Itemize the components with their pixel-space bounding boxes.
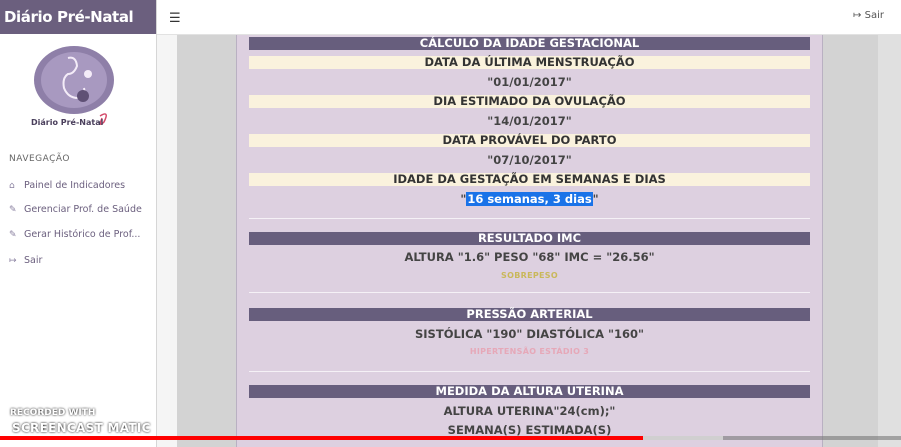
content-gutter (157, 35, 177, 447)
nav-section-title: NAVEGAÇÃO (9, 154, 70, 164)
sidebar-item-label: Gerar Histórico de Prof... (24, 229, 141, 240)
divider (249, 218, 810, 219)
brand-title[interactable]: Diário Pré-Natal (0, 0, 156, 34)
sidebar-item-sair[interactable]: ↦ Sair (9, 255, 42, 266)
pressure-values: SISTÓLICA "190" DIASTÓLICA "160" (415, 327, 644, 341)
logout-button[interactable]: ↦ Sair (853, 10, 884, 21)
imc-values: ALTURA "1.6" PESO "68" IMC = "26.56" (404, 250, 655, 264)
sidebar-item-label: Gerenciar Prof. de Saúde (24, 204, 142, 215)
uterine-title: MEDIDA DA ALTURA UTERINA (249, 385, 810, 398)
recorder-watermark: RECORDED WITH (10, 408, 96, 418)
divider (249, 371, 810, 372)
sidebar-item-painel[interactable]: ⌂ Painel de Indicadores (9, 180, 125, 191)
gestation-title: CÁLCULO DA IDADE GESTACIONAL (249, 37, 810, 50)
lmp-label: DATA DA ÚLTIMA MENSTRUAÇÃO (249, 56, 810, 69)
sidebar: Diário Pré-Natal Diário Pré-Natal NAVEGA… (0, 0, 157, 447)
gestation-age-label: IDADE DA GESTAÇÃO EM SEMANAS E DIAS (249, 173, 810, 186)
divider (249, 292, 810, 293)
menu-toggle-icon[interactable]: ☰ (169, 11, 181, 26)
edit-icon: ✎ (9, 205, 17, 215)
report-panel: CÁLCULO DA IDADE GESTACIONAL DATA DA ÚLT… (236, 35, 823, 447)
pressure-title: PRESSÃO ARTERIAL (249, 308, 810, 321)
due-date-label: DATA PROVÁVEL DO PARTO (249, 134, 810, 147)
video-buffer (643, 436, 723, 440)
home-icon: ⌂ (9, 181, 15, 191)
sign-out-icon: ↦ (853, 10, 862, 21)
imc-status: SOBREPESO (501, 271, 558, 280)
video-progress-bar[interactable] (0, 436, 901, 440)
app-logo: Diário Pré-Natal (31, 46, 114, 127)
imc-title: RESULTADO IMC (249, 232, 810, 245)
sign-out-icon: ↦ (9, 256, 17, 266)
lmp-value: "01/01/2017" (487, 75, 572, 89)
sidebar-item-label: Sair (24, 255, 43, 266)
sidebar-item-label: Painel de Indicadores (24, 180, 126, 191)
scrollbar-track[interactable] (878, 35, 901, 447)
gestation-age-value: "16 semanas, 3 dias" (460, 192, 599, 206)
pressure-status: HIPERTENSÃO ESTÁDIO 3 (469, 347, 590, 356)
top-bar: ☰ ↦ Sair (157, 0, 901, 35)
video-progress-fill (0, 436, 644, 440)
sidebar-item-gerenciar[interactable]: ✎ Gerenciar Prof. de Saúde (9, 204, 142, 215)
logout-label: Sair (864, 10, 884, 21)
uterine-weeks: SEMANA(S) ESTIMADA(S) (447, 423, 612, 437)
recorder-brand: SCREENCAST MATIC (12, 421, 151, 435)
sidebar-item-historico[interactable]: ✎ Gerar Histórico de Prof... (9, 229, 140, 240)
ovulation-value: "14/01/2017" (487, 114, 572, 128)
edit-icon: ✎ (9, 230, 17, 240)
logo-text: Diário Pré-Natal (31, 117, 104, 127)
due-date-value: "07/10/2017" (487, 153, 572, 167)
selected-text: 16 semanas, 3 dias (466, 192, 593, 206)
ovulation-label: DIA ESTIMADO DA OVULAÇÃO (249, 95, 810, 108)
uterine-values: ALTURA UTERINA"24(cm);" (443, 404, 616, 418)
